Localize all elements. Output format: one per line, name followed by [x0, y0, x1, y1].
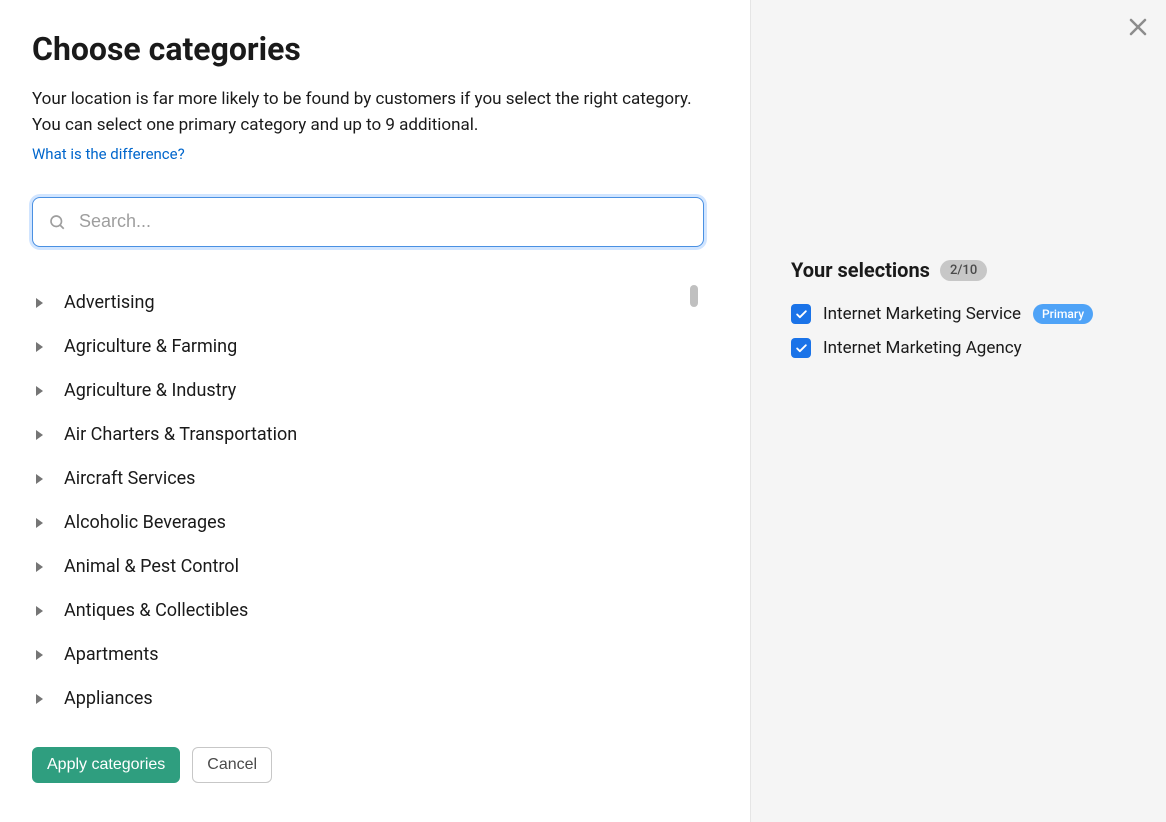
left-panel: Choose categories Your location is far m…	[0, 0, 750, 822]
category-label: Antiques & Collectibles	[64, 600, 248, 621]
category-item[interactable]: Appliances	[32, 677, 704, 721]
category-label: Apartments	[64, 644, 159, 665]
search-icon	[48, 213, 66, 231]
selection-item: Internet Marketing Agency	[791, 338, 1148, 358]
selections-list: Internet Marketing ServicePrimaryInterne…	[791, 304, 1148, 358]
selection-checkbox[interactable]	[791, 338, 811, 358]
chevron-right-icon	[36, 474, 46, 484]
category-item[interactable]: Alcoholic Beverages	[32, 501, 704, 545]
cancel-button[interactable]: Cancel	[192, 747, 272, 783]
selection-item: Internet Marketing Service Primary	[791, 304, 1148, 324]
chevron-right-icon	[36, 606, 46, 616]
chevron-right-icon	[36, 430, 46, 440]
chevron-right-icon	[36, 562, 46, 572]
help-link[interactable]: What is the difference?	[32, 145, 718, 163]
chevron-right-icon	[36, 650, 46, 660]
category-label: Air Charters & Transportation	[64, 424, 297, 445]
search-wrapper	[32, 197, 704, 247]
selections-title: Your selections	[791, 258, 930, 282]
category-label: Advertising	[64, 292, 155, 313]
search-input[interactable]	[32, 197, 704, 247]
category-label: Appliances	[64, 688, 153, 709]
category-item[interactable]: Advertising	[32, 281, 704, 325]
chevron-right-icon	[36, 694, 46, 704]
category-item[interactable]: Animal & Pest Control	[32, 545, 704, 589]
description-text: Your location is far more likely to be f…	[32, 86, 702, 139]
button-row: Apply categories Cancel	[32, 747, 718, 783]
selections-wrapper: Your selections 2/10 Internet Marketing …	[791, 258, 1148, 358]
category-item[interactable]: Agriculture & Farming	[32, 325, 704, 369]
category-label: Agriculture & Industry	[64, 380, 236, 401]
category-item[interactable]: Apartments	[32, 633, 704, 677]
page-title: Choose categories	[32, 30, 718, 68]
category-label: Alcoholic Beverages	[64, 512, 226, 533]
category-item[interactable]: Agriculture & Industry	[32, 369, 704, 413]
categories-container: Advertising Agriculture & Farming Agricult…	[32, 281, 704, 725]
scrollbar-track[interactable]	[690, 285, 698, 721]
chevron-right-icon	[36, 518, 46, 528]
selections-header: Your selections 2/10	[791, 258, 1148, 282]
category-item[interactable]: Air Charters & Transportation	[32, 413, 704, 457]
selection-label: Internet Marketing Service	[823, 304, 1021, 324]
close-icon	[1126, 15, 1150, 42]
category-label: Agriculture & Farming	[64, 336, 237, 357]
category-label: Aircraft Services	[64, 468, 195, 489]
selection-label: Internet Marketing Agency	[823, 338, 1022, 358]
category-item[interactable]: Aircraft Services	[32, 457, 704, 501]
apply-categories-button[interactable]: Apply categories	[32, 747, 180, 783]
category-item[interactable]: Antiques & Collectibles	[32, 589, 704, 633]
chevron-right-icon	[36, 342, 46, 352]
right-panel: Your selections 2/10 Internet Marketing …	[750, 0, 1166, 822]
primary-badge: Primary	[1033, 304, 1093, 324]
chevron-right-icon	[36, 298, 46, 308]
scrollbar-thumb[interactable]	[690, 285, 698, 307]
selection-checkbox[interactable]	[791, 304, 811, 324]
chevron-right-icon	[36, 386, 46, 396]
close-button[interactable]	[1124, 14, 1152, 42]
category-label: Animal & Pest Control	[64, 556, 239, 577]
selections-count-badge: 2/10	[940, 260, 987, 281]
categories-list: Advertising Agriculture & Farming Agricult…	[32, 281, 704, 725]
category-item[interactable]: Arcades & Amusements	[32, 721, 704, 725]
